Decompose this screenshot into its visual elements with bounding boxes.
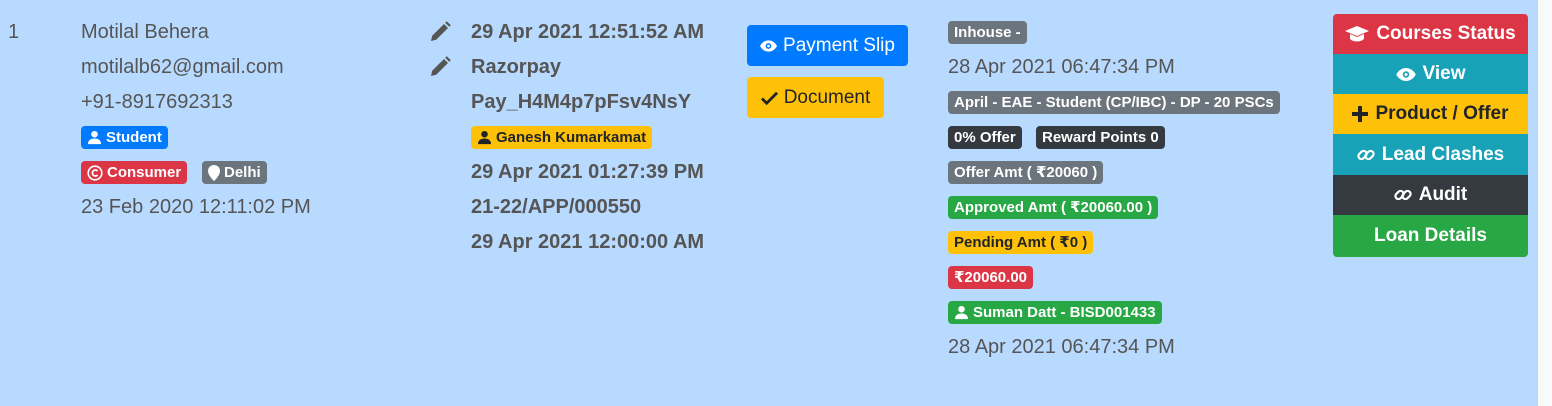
counsellor-date: 28 Apr 2021 06:47:34 PM (948, 336, 1175, 358)
lead-source-badge: Inhouse - (948, 21, 1027, 44)
courses-status-button[interactable]: Courses Status (1333, 14, 1528, 54)
customer-name: Motilal Behera (81, 21, 209, 43)
agent-badge: Ganesh Kumarkamat (471, 126, 653, 149)
location-badge: Delhi (202, 161, 267, 184)
counsellor-badge: Suman Datt - BISD001433 (948, 301, 1162, 324)
role-badge: Student (81, 126, 168, 149)
page-edge (1538, 0, 1552, 406)
view-button[interactable]: View (1333, 54, 1528, 94)
offer-amount-badge: Offer Amt ( ₹20060 ) (948, 161, 1104, 184)
customer-email: motilalb62@gmail.com (81, 56, 284, 78)
payment-due-date: 29 Apr 2021 12:00:00 AM (471, 231, 705, 253)
edit-payment-date-pencil-icon[interactable] (428, 20, 452, 44)
eye-icon (1395, 67, 1416, 81)
application-number: 21-22/APP/000550 (471, 196, 642, 218)
eye-icon (760, 39, 778, 52)
approved-amount-badge: Approved Amt ( ₹20060.00 ) (948, 196, 1159, 219)
user-icon (87, 130, 102, 145)
lead-clashes-button[interactable]: Lead Clashes (1333, 134, 1528, 175)
table-row: 1 Motilal Behera motilalb62@gmail.com +9… (0, 0, 1538, 406)
edit-payment-gateway-pencil-icon[interactable] (428, 55, 452, 79)
link-icon (1394, 186, 1412, 204)
lead-source-date: 28 Apr 2021 06:47:34 PM (948, 56, 1175, 78)
product-offer-button[interactable]: Product / Offer (1333, 94, 1528, 134)
loan-details-button[interactable]: Loan Details (1333, 215, 1528, 257)
document-button[interactable]: Document (747, 77, 884, 118)
customer-phone: +91-8917692313 (81, 91, 233, 113)
course-badge: April - EAE - Student (CP/IBC) - DP - 20… (948, 91, 1280, 114)
copyright-icon (87, 164, 103, 181)
plus-icon (1352, 106, 1369, 122)
check-icon (760, 91, 778, 105)
total-amount-badge: ₹20060.00 (948, 266, 1034, 289)
payment-gateway: Razorpay (471, 56, 562, 78)
user-icon (954, 305, 969, 320)
transaction-id: Pay_H4M4p7pFsv4NsY (471, 91, 692, 113)
row-index: 1 (8, 21, 20, 43)
user-icon (477, 130, 492, 145)
customer-type-badge: Consumer (81, 161, 188, 184)
payment-slip-button[interactable]: Payment Slip (747, 25, 908, 66)
graduation-cap-icon (1345, 26, 1370, 42)
payment-date: 29 Apr 2021 12:51:52 AM (471, 21, 705, 43)
payment-updated-date: 29 Apr 2021 01:27:39 PM (471, 161, 704, 183)
audit-button[interactable]: Audit (1333, 175, 1528, 215)
offer-badge: 0% Offer (948, 126, 1022, 149)
reward-points-badge: Reward Points 0 (1036, 126, 1165, 149)
customer-created-date: 23 Feb 2020 12:11:02 PM (81, 196, 311, 218)
link-icon (1357, 146, 1375, 164)
map-pin-icon (208, 164, 220, 181)
pending-amount-badge: Pending Amt ( ₹0 ) (948, 231, 1094, 254)
